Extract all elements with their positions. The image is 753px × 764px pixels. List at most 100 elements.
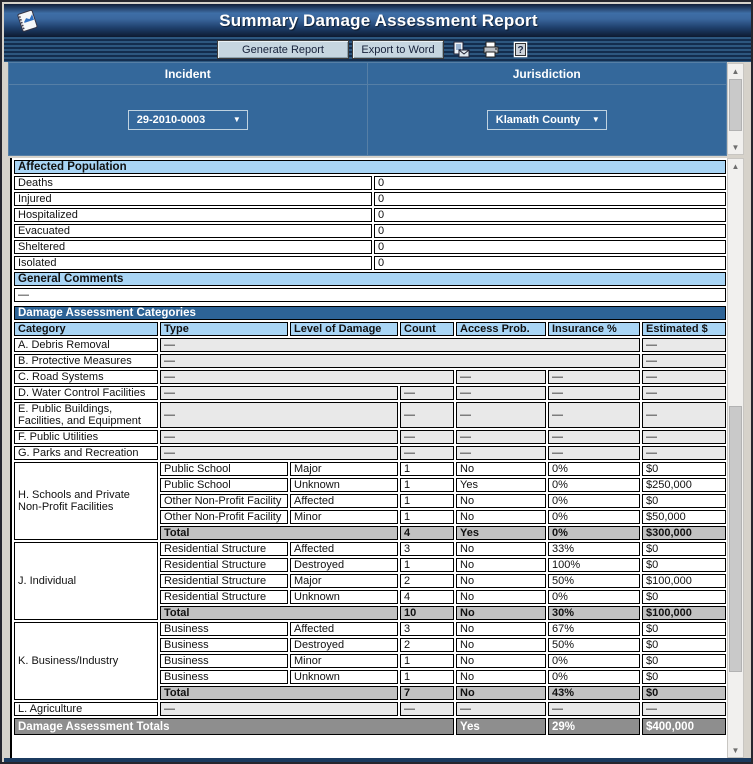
table-cell: 0% — [548, 590, 640, 604]
table-cell: No — [456, 510, 546, 524]
table-cell: — — [548, 446, 640, 460]
table-cell: — — [642, 430, 726, 444]
filter-scrollbar[interactable]: ▲ ▼ — [727, 63, 744, 155]
damage-categories-header: Damage Assessment Categories — [14, 306, 726, 320]
table-cell: — — [642, 702, 726, 716]
jurisdiction-dropdown[interactable]: Klamath County ▼ — [487, 110, 607, 130]
table-cell: 1 — [400, 558, 454, 572]
affected-population-row: Isolated0 — [14, 256, 726, 270]
population-label: Evacuated — [14, 224, 372, 238]
total-count: 7 — [400, 686, 454, 700]
table-cell: — — [160, 386, 398, 400]
column-header: Insurance % — [548, 322, 640, 336]
table-cell: $0 — [642, 638, 726, 652]
total-insurance: 43% — [548, 686, 640, 700]
table-cell: — — [160, 430, 398, 444]
incident-column: Incident 29-2010-0003 ▼ — [9, 63, 368, 155]
report-scrollbar[interactable]: ▲ ▼ — [727, 158, 744, 758]
table-cell: Business — [160, 670, 288, 684]
table-cell: Yes — [456, 478, 546, 492]
table-cell: 0% — [548, 654, 640, 668]
table-cell: 3 — [400, 542, 454, 556]
print-icon[interactable] — [481, 40, 501, 59]
scroll-up-arrow[interactable]: ▲ — [728, 64, 743, 78]
table-cell: $0 — [642, 494, 726, 508]
table-cell: — — [456, 702, 546, 716]
table-cell: Affected — [290, 622, 398, 636]
affected-population-table: Affected Population Deaths0Injured0Hospi… — [12, 158, 728, 304]
table-cell: — — [160, 702, 398, 716]
table-cell: — — [400, 702, 454, 716]
table-cell: Public School — [160, 462, 288, 476]
table-cell: — — [548, 370, 640, 384]
table-cell: Major — [290, 462, 398, 476]
report-body: Affected Population Deaths0Injured0Hospi… — [10, 158, 728, 758]
category-cell: H. Schools and Private Non-Profit Facili… — [14, 462, 158, 540]
table-cell: $0 — [642, 670, 726, 684]
scroll-up-arrow[interactable]: ▲ — [728, 159, 743, 173]
table-cell: — — [642, 354, 726, 368]
scroll-down-arrow[interactable]: ▼ — [728, 743, 743, 757]
population-value: 0 — [374, 176, 726, 190]
table-cell: — — [160, 354, 640, 368]
generate-report-button[interactable]: Generate Report — [217, 40, 349, 59]
incident-dropdown[interactable]: 29-2010-0003 ▼ — [128, 110, 248, 130]
table-cell: Business — [160, 654, 288, 668]
table-cell: $0 — [642, 558, 726, 572]
table-cell: — — [642, 370, 726, 384]
export-to-word-button[interactable]: Export to Word — [352, 40, 444, 59]
damage-category-row: F. Public Utilities————— — [14, 430, 726, 444]
scrollbar-thumb[interactable] — [729, 79, 742, 131]
scrollbar-thumb[interactable] — [729, 406, 742, 672]
table-cell: No — [456, 654, 546, 668]
table-cell: 1 — [400, 510, 454, 524]
table-cell: — — [548, 702, 640, 716]
damage-category-row: L. Agriculture————— — [14, 702, 726, 716]
email-report-icon[interactable] — [451, 40, 471, 59]
total-access: No — [456, 606, 546, 620]
table-cell: 4 — [400, 590, 454, 604]
table-cell: 1 — [400, 494, 454, 508]
damage-category-row: E. Public Buildings, Facilities, and Equ… — [14, 402, 726, 428]
table-cell: — — [160, 446, 398, 460]
table-cell: — — [548, 386, 640, 400]
table-cell: 1 — [400, 654, 454, 668]
table-cell: No — [456, 622, 546, 636]
affected-population-header: Affected Population — [14, 160, 726, 174]
population-value: 0 — [374, 240, 726, 254]
summary-damage-assessment-window: Summary Damage Assessment Report Generat… — [0, 0, 753, 764]
category-cell: G. Parks and Recreation — [14, 446, 158, 460]
total-estimated: $100,000 — [642, 606, 726, 620]
table-cell: — — [548, 402, 640, 428]
table-cell: — — [642, 386, 726, 400]
damage-assessment-totals-row: Damage Assessment Totals Yes 29% $400,00… — [14, 718, 726, 735]
table-cell: Other Non-Profit Facility — [160, 494, 288, 508]
table-cell: 3 — [400, 622, 454, 636]
category-cell: J. Individual — [14, 542, 158, 620]
population-value: 0 — [374, 208, 726, 222]
grand-total-label: Damage Assessment Totals — [14, 718, 454, 735]
table-cell: Residential Structure — [160, 558, 288, 572]
table-cell: — — [400, 402, 454, 428]
damage-detail-row: H. Schools and Private Non-Profit Facili… — [14, 462, 726, 476]
column-header: Level of Damage — [290, 322, 398, 336]
table-cell: No — [456, 638, 546, 652]
population-label: Isolated — [14, 256, 372, 270]
scroll-down-arrow[interactable]: ▼ — [728, 140, 743, 154]
table-cell: Business — [160, 638, 288, 652]
table-cell: Destroyed — [290, 638, 398, 652]
table-cell: Minor — [290, 510, 398, 524]
general-comments-value: — — [14, 288, 726, 302]
column-header-row: CategoryTypeLevel of DamageCountAccess P… — [14, 322, 726, 336]
table-cell: Public School — [160, 478, 288, 492]
population-label: Injured — [14, 192, 372, 206]
help-icon[interactable]: ? — [510, 40, 530, 59]
total-label: Total — [160, 686, 398, 700]
total-access: No — [456, 686, 546, 700]
grand-total-estimated: $400,000 — [642, 718, 726, 735]
table-cell: — — [160, 370, 454, 384]
table-cell: 2 — [400, 574, 454, 588]
table-cell: — — [456, 402, 546, 428]
table-cell: 0% — [548, 478, 640, 492]
population-value: 0 — [374, 192, 726, 206]
